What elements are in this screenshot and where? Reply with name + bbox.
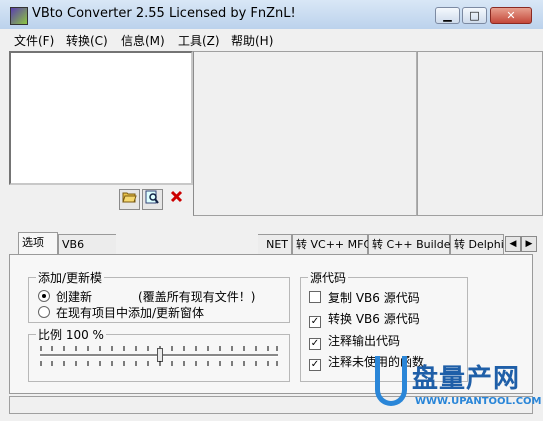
option-create-new-note: (覆盖所有现有文件！) (138, 290, 256, 304)
delete-button[interactable] (166, 189, 187, 210)
menu-tools[interactable]: 工具(Z) (178, 32, 220, 49)
watermark-brand: 盘量产网 (412, 364, 521, 394)
checkbox-copy-vb6[interactable] (309, 291, 321, 303)
option-add-existing-label: 在现有项目中添加/更新窗体 (56, 306, 205, 320)
scale-ticks-bottom (40, 361, 278, 366)
tab-options-label: 选项 (22, 236, 44, 249)
checkbox-comment-unused[interactable]: ✓ (309, 359, 321, 371)
tab-strip: 选项 VB6 NET 转 VC++ MFC 转 C++ Builder 转 De… (0, 232, 543, 254)
tab-net-label: NET (266, 238, 288, 251)
menu-help[interactable]: 帮助(H) (231, 32, 273, 49)
tab-cpp-builder-label: 转 C++ Builder (372, 238, 456, 251)
watermark-url: WWW.UPANTOOL.COM (415, 396, 542, 407)
tab-vb6[interactable]: VB6 (58, 234, 116, 254)
tab-vb6-label: VB6 (62, 238, 85, 251)
project-list[interactable] (9, 51, 193, 185)
checkbox-convert-vb6-label: 转换 VB6 源代码 (328, 312, 420, 326)
title-bar: VBto Converter 2.55 Licensed by FnZnL! ▁… (0, 0, 543, 30)
close-button[interactable]: ✕ (490, 7, 532, 24)
menu-info[interactable]: 信息(M) (121, 32, 165, 49)
tab-scroll-right-button[interactable]: ▶ (521, 236, 537, 252)
checkbox-comment-output-label: 注释输出代码 (328, 334, 401, 348)
tab-net[interactable]: NET (258, 234, 292, 254)
checkbox-comment-output[interactable]: ✓ (309, 338, 321, 350)
radio-add-existing[interactable] (38, 306, 50, 318)
tab-vcpp-mfc-label: 转 VC++ MFC (296, 238, 372, 251)
find-button[interactable] (142, 189, 163, 210)
window-title: VBto Converter 2.55 Licensed by FnZnL! (32, 6, 296, 21)
arrow-left-icon: ◀ (509, 239, 517, 249)
watermark-u-icon (375, 356, 407, 406)
checkbox-convert-vb6[interactable]: ✓ (309, 316, 321, 328)
scale-slider-thumb[interactable] (157, 348, 163, 362)
add-update-group-label: 添加/更新模 (36, 269, 105, 286)
tab-delphi-label: 转 Delphi (454, 238, 504, 251)
minimize-icon: ▁ (443, 9, 452, 22)
middle-pane (193, 51, 417, 216)
tab-cpp-builder[interactable]: 转 C++ Builder (368, 234, 455, 254)
tab-vcpp-mfc[interactable]: 转 VC++ MFC (292, 234, 372, 254)
option-add-existing[interactable]: 在现有项目中添加/更新窗体 (38, 304, 204, 321)
open-button[interactable] (119, 189, 140, 210)
menu-bar: 文件(F) 转换(C) 信息(M) 工具(Z) 帮助(H) (0, 29, 543, 49)
watermark-logo: 盘量产网 WWW.UPANTOOL.COM (375, 356, 542, 414)
tab-options[interactable]: 选项 (18, 232, 58, 254)
option-create-new[interactable]: 创建新 (覆盖所有现有文件！) (38, 288, 255, 305)
checkbox-row-copy-vb6[interactable]: 复制 VB6 源代码 (309, 289, 420, 306)
tab-scroll-left-button[interactable]: ◀ (505, 236, 521, 252)
find-icon (145, 190, 160, 209)
scale-label: 比例 100 % (36, 326, 106, 343)
checkbox-row-comment-output[interactable]: ✓ 注释输出代码 (309, 332, 400, 350)
delete-x-icon (169, 190, 184, 208)
checkbox-copy-vb6-label: 复制 VB6 源代码 (328, 291, 420, 305)
close-icon: ✕ (506, 9, 516, 22)
source-code-group-label: 源代码 (308, 269, 349, 286)
tab-delphi[interactable]: 转 Delphi (450, 234, 504, 254)
minimize-button[interactable]: ▁ (435, 7, 460, 24)
maximize-icon: □ (469, 9, 480, 22)
open-folder-icon (122, 192, 137, 207)
right-pane (417, 51, 543, 216)
checkbox-row-convert-vb6[interactable]: ✓ 转换 VB6 源代码 (309, 310, 420, 328)
arrow-right-icon: ▶ (525, 239, 533, 249)
maximize-button[interactable]: □ (462, 7, 487, 24)
radio-create-new[interactable] (38, 290, 50, 302)
option-create-new-label: 创建新 (56, 290, 93, 304)
app-icon (10, 7, 28, 25)
menu-file[interactable]: 文件(F) (14, 32, 54, 49)
menu-convert[interactable]: 转换(C) (66, 32, 108, 49)
